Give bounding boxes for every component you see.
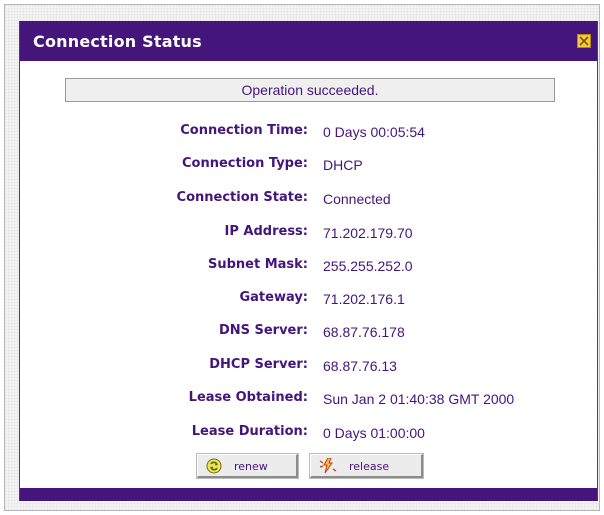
field-row-gateway: Gateway: 71.202.176.1 (20, 290, 599, 310)
lease-obtained-value: Sun Jan 2 01:40:38 GMT 2000 (323, 391, 515, 407)
ip-address-value: 71.202.179.70 (323, 225, 413, 241)
dns-server-value: 68.87.76.178 (323, 324, 405, 340)
dhcp-server-value: 68.87.76.13 (323, 358, 397, 374)
gateway-value: 71.202.176.1 (323, 291, 405, 307)
connection-time-value: 0 Days 00:05:54 (323, 124, 425, 140)
connection-state-label: Connection State: (176, 190, 308, 205)
status-message: Operation succeeded. (65, 78, 555, 102)
field-row-ip-address: IP Address: 71.202.179.70 (20, 224, 599, 244)
window-title: Connection Status (33, 32, 202, 51)
dhcp-server-label: DHCP Server: (209, 357, 308, 372)
field-row-lease-obtained: Lease Obtained: Sun Jan 2 01:40:38 GMT 2… (20, 390, 599, 410)
field-row-subnet-mask: Subnet Mask: 255.255.252.0 (20, 257, 599, 277)
connection-type-value: DHCP (323, 157, 363, 173)
renew-button[interactable]: renew (197, 454, 298, 478)
connection-state-value: Connected (323, 191, 391, 207)
subnet-mask-value: 255.255.252.0 (323, 258, 413, 274)
field-row-connection-type: Connection Type: DHCP (20, 156, 599, 176)
connection-type-label: Connection Type: (181, 156, 308, 171)
release-icon (319, 457, 337, 474)
connection-time-label: Connection Time: (180, 123, 308, 138)
field-row-connection-time: Connection Time: 0 Days 00:05:54 (20, 123, 599, 143)
renew-label: renew (234, 460, 268, 473)
release-label: release (349, 460, 390, 473)
page-background: Connection Status Operation succeeded. C… (4, 4, 600, 511)
connection-status-window: Connection Status Operation succeeded. C… (19, 21, 598, 501)
close-icon[interactable] (577, 34, 591, 48)
lease-duration-value: 0 Days 01:00:00 (323, 425, 425, 441)
lease-obtained-label: Lease Obtained: (188, 390, 308, 405)
renew-icon (206, 458, 222, 474)
gateway-label: Gateway: (239, 290, 308, 305)
field-row-dns-server: DNS Server: 68.87.76.178 (20, 323, 599, 343)
lease-duration-label: Lease Duration: (191, 424, 308, 439)
field-row-dhcp-server: DHCP Server: 68.87.76.13 (20, 357, 599, 377)
release-button[interactable]: release (310, 454, 423, 478)
dns-server-label: DNS Server: (218, 323, 308, 338)
field-row-lease-duration: Lease Duration: 0 Days 01:00:00 (20, 424, 599, 444)
title-bar: Connection Status (20, 21, 597, 61)
field-row-connection-state: Connection State: Connected (20, 190, 599, 210)
subnet-mask-label: Subnet Mask: (207, 257, 308, 272)
ip-address-label: IP Address: (224, 224, 308, 239)
footer-bar (20, 488, 597, 501)
